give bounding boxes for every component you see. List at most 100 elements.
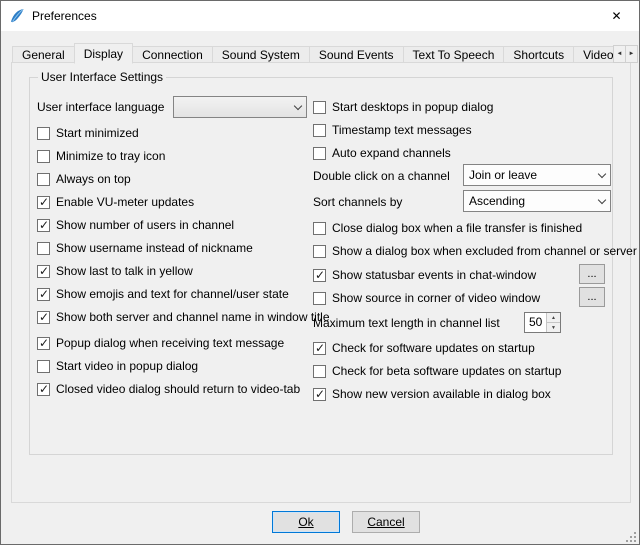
- checkbox[interactable]: [313, 292, 326, 305]
- checkbox[interactable]: [37, 360, 50, 373]
- ok-button[interactable]: Ok: [272, 511, 340, 533]
- checkbox-label: Show source in corner of video window: [332, 291, 540, 305]
- tab-general[interactable]: General: [12, 46, 75, 63]
- tab-shortcuts[interactable]: Shortcuts: [503, 46, 574, 63]
- max-text-length-spinner[interactable]: 50 ▲ ▼: [524, 312, 561, 333]
- checkbox[interactable]: [313, 124, 326, 137]
- checkbox[interactable]: [37, 311, 50, 324]
- check-popup-text-message[interactable]: Popup dialog when receiving text message: [37, 335, 284, 351]
- checkbox-label: Close dialog box when a file transfer is…: [332, 221, 582, 235]
- spin-up-button[interactable]: ▲: [547, 313, 560, 323]
- tab-text-to-speech[interactable]: Text To Speech: [403, 46, 505, 63]
- spin-up-icon: ▲: [551, 315, 556, 321]
- checkbox-label: Show number of users in channel: [56, 218, 234, 232]
- tab-sound-events[interactable]: Sound Events: [309, 46, 404, 63]
- checkbox-label: Check for beta software updates on start…: [332, 364, 561, 378]
- spinner-buttons: ▲ ▼: [546, 313, 560, 332]
- check-user-count[interactable]: Show number of users in channel: [37, 217, 234, 233]
- check-start-minimized[interactable]: Start minimized: [37, 125, 139, 141]
- tab-scroll-right-button[interactable]: ►: [625, 45, 638, 63]
- checkbox-label: Show statusbar events in chat-window: [332, 268, 536, 282]
- resize-grip[interactable]: [626, 531, 636, 541]
- double-click-label: Double click on a channel: [313, 168, 450, 184]
- checkbox-label: Show username instead of nickname: [56, 241, 253, 255]
- checkbox[interactable]: [37, 150, 50, 163]
- combobox-value: Join or leave: [469, 168, 537, 182]
- check-desktops-popup[interactable]: Start desktops in popup dialog: [313, 99, 493, 115]
- chevron-down-icon: [598, 195, 606, 203]
- checkbox[interactable]: [37, 173, 50, 186]
- check-new-version-dialog[interactable]: Show new version available in dialog box: [313, 386, 551, 402]
- check-beta-updates[interactable]: Check for beta software updates on start…: [313, 363, 561, 379]
- checkbox[interactable]: [37, 196, 50, 209]
- statusbar-events-more-button[interactable]: ...: [579, 264, 605, 284]
- checkbox[interactable]: [313, 342, 326, 355]
- checkbox-label: Start desktops in popup dialog: [332, 100, 493, 114]
- chevron-down-icon: [294, 101, 302, 109]
- checkbox[interactable]: [37, 219, 50, 232]
- video-source-more-button[interactable]: ...: [579, 287, 605, 307]
- check-software-updates[interactable]: Check for software updates on startup: [313, 340, 535, 356]
- check-always-on-top[interactable]: Always on top: [37, 171, 131, 187]
- check-video-source-corner[interactable]: Show source in corner of video window: [313, 290, 540, 306]
- arrow-right-icon: ►: [629, 51, 635, 57]
- sort-channels-combobox[interactable]: Ascending: [463, 190, 611, 212]
- check-auto-expand-channels[interactable]: Auto expand channels: [313, 145, 451, 161]
- checkbox[interactable]: [313, 222, 326, 235]
- language-combobox[interactable]: [173, 96, 307, 118]
- titlebar: Preferences ✕: [1, 1, 639, 31]
- checkbox-label: Check for software updates on startup: [332, 341, 535, 355]
- checkbox-label: Minimize to tray icon: [56, 149, 165, 163]
- spin-down-button[interactable]: ▼: [547, 323, 560, 332]
- checkbox[interactable]: [37, 265, 50, 278]
- checkbox-label: Timestamp text messages: [332, 123, 472, 137]
- arrow-left-icon: ◄: [617, 51, 623, 57]
- checkbox[interactable]: [37, 383, 50, 396]
- checkbox[interactable]: [37, 337, 50, 350]
- checkbox[interactable]: [313, 388, 326, 401]
- tab-sound-system[interactable]: Sound System: [212, 46, 310, 63]
- check-last-talk-yellow[interactable]: Show last to talk in yellow: [37, 263, 193, 279]
- app-icon: [9, 8, 25, 24]
- check-dialog-when-excluded[interactable]: Show a dialog box when excluded from cha…: [313, 243, 637, 259]
- checkbox-label: Always on top: [56, 172, 131, 186]
- checkbox[interactable]: [37, 288, 50, 301]
- max-text-length-label: Maximum text length in channel list: [313, 315, 500, 331]
- tab-connection[interactable]: Connection: [132, 46, 213, 63]
- checkbox[interactable]: [37, 127, 50, 140]
- checkbox[interactable]: [313, 365, 326, 378]
- checkbox-label: Show emojis and text for channel/user st…: [56, 287, 289, 301]
- check-username-instead[interactable]: Show username instead of nickname: [37, 240, 253, 256]
- check-emojis-text-state[interactable]: Show emojis and text for channel/user st…: [37, 286, 289, 302]
- checkbox-label: Popup dialog when receiving text message: [56, 336, 284, 350]
- spin-down-icon: ▼: [551, 325, 556, 331]
- checkbox-label: Show last to talk in yellow: [56, 264, 193, 278]
- check-server-channel-title[interactable]: Show both server and channel name in win…: [37, 309, 330, 325]
- checkbox[interactable]: [313, 101, 326, 114]
- check-statusbar-events[interactable]: Show statusbar events in chat-window: [313, 267, 536, 283]
- check-vu-meter[interactable]: Enable VU-meter updates: [37, 194, 194, 210]
- window-title: Preferences: [32, 9, 97, 23]
- check-timestamp-messages[interactable]: Timestamp text messages: [313, 122, 472, 138]
- check-video-popup[interactable]: Start video in popup dialog: [37, 358, 198, 374]
- checkbox[interactable]: [313, 245, 326, 258]
- check-minimize-to-tray[interactable]: Minimize to tray icon: [37, 148, 165, 164]
- checkbox-label: Show a dialog box when excluded from cha…: [332, 244, 637, 258]
- tab-display[interactable]: Display: [74, 43, 133, 64]
- combobox-value: Ascending: [469, 194, 525, 208]
- close-icon: ✕: [611, 9, 621, 23]
- close-button[interactable]: ✕: [594, 1, 639, 31]
- spinner-value[interactable]: 50: [525, 313, 546, 332]
- chevron-down-icon: [598, 169, 606, 177]
- check-closed-video-return[interactable]: Closed video dialog should return to vid…: [37, 381, 300, 397]
- double-click-combobox[interactable]: Join or leave: [463, 164, 611, 186]
- checkbox-label: Start video in popup dialog: [56, 359, 198, 373]
- cancel-button[interactable]: Cancel: [352, 511, 420, 533]
- check-close-on-transfer[interactable]: Close dialog box when a file transfer is…: [313, 220, 582, 236]
- checkbox-label: Closed video dialog should return to vid…: [56, 382, 300, 396]
- tab-bar: General Display Connection Sound System …: [12, 42, 613, 63]
- sort-channels-label: Sort channels by: [313, 194, 402, 210]
- checkbox[interactable]: [313, 269, 326, 282]
- checkbox[interactable]: [313, 147, 326, 160]
- checkbox[interactable]: [37, 242, 50, 255]
